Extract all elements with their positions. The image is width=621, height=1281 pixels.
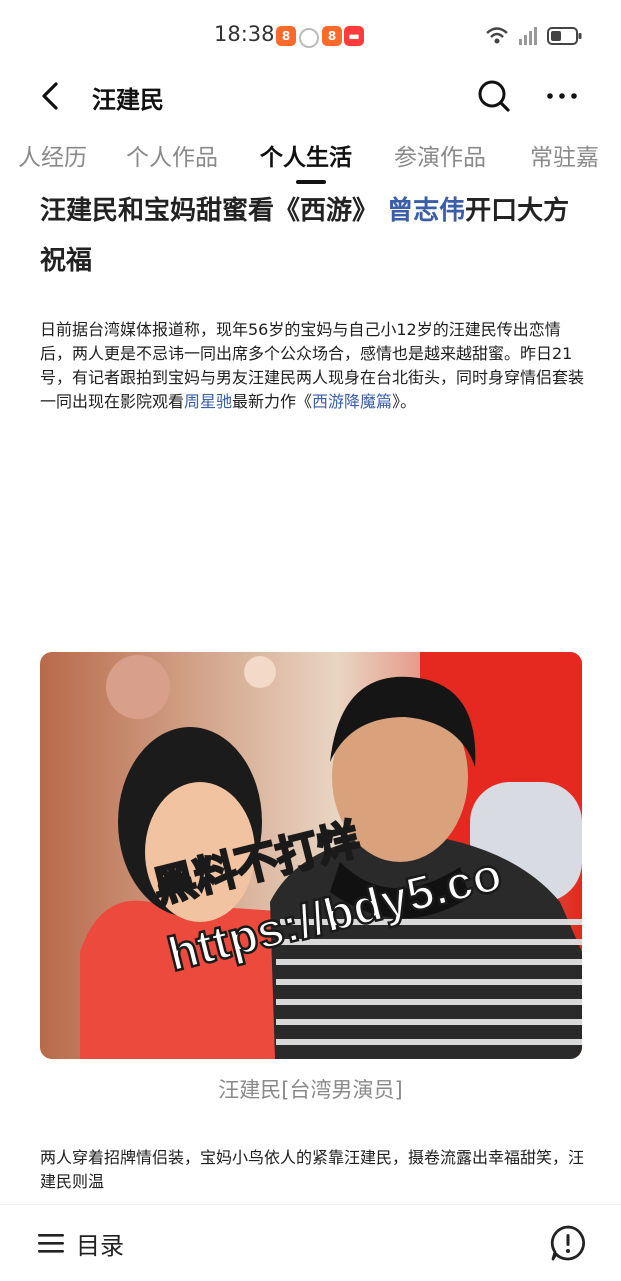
link-journey-west[interactable]: 西游降魔篇 [312, 392, 392, 411]
tab-filmography[interactable]: 参演作品 [394, 138, 486, 172]
table-of-contents-button[interactable]: 目录 [38, 1223, 124, 1263]
app-icon-3: 8 [322, 26, 342, 46]
app-icon-2 [299, 28, 319, 48]
tab-biography[interactable]: 人经历 [18, 138, 87, 172]
battery-icon [547, 27, 582, 45]
article-paragraph: 日前据台湾媒体报道称，现年56岁的宝妈与自己小12岁的汪建民传出恋情后，两人更是… [40, 300, 585, 428]
page-title: 汪建民 [92, 86, 164, 114]
active-tab-indicator [296, 180, 326, 184]
status-time: 18:38 [214, 22, 275, 46]
section-tabs: 人经历 个人作品 个人生活 参演作品 常驻嘉 [0, 132, 621, 182]
signal-icon [519, 27, 537, 45]
tab-personal-life[interactable]: 个人生活 [260, 138, 352, 172]
photo-caption: 汪建民[台湾男演员] [218, 1078, 403, 1102]
photo-illustration: 黑料不打烊 https://bdy5.co [40, 652, 582, 1059]
system-icons [485, 24, 583, 48]
exclamation-bubble-icon [550, 1225, 585, 1261]
feedback-button[interactable] [548, 1223, 588, 1263]
article-paragraph-2: 两人穿着招牌情侣装，宝妈小鸟依人的紧靠汪建民，摄卷流露出幸福甜笑，汪建民则温 [40, 1128, 585, 1200]
app-icon-4: ▬ [344, 26, 364, 46]
more-button[interactable] [540, 74, 584, 118]
tab-guest[interactable]: 常驻嘉 [530, 138, 599, 172]
paragraph-1: 日前据台湾媒体报道称，现年56岁的宝妈与自己小12岁的汪建民传出恋情后，两人更是… [40, 316, 585, 412]
tab-works[interactable]: 个人作品 [126, 138, 218, 172]
heading-link[interactable]: 曾志伟 [387, 196, 465, 226]
paragraph-text-2: 最新力作《 [232, 392, 313, 411]
wifi-icon [486, 27, 508, 44]
section-heading: 汪建民和宝妈甜蜜看《西游》 曾志伟开口大方祝福 [40, 186, 585, 286]
back-button[interactable] [32, 74, 72, 118]
status-bar: 18:38 8 8 ▬ [0, 0, 621, 72]
search-icon [478, 80, 510, 112]
heading-text: 汪建民和宝妈甜蜜看《西游》 [40, 196, 379, 226]
article-photo[interactable]: 黑料不打烊 https://bdy5.co [40, 652, 582, 1059]
paragraph-text-3: 》。 [392, 392, 417, 411]
app-icon-1: 8 [276, 26, 296, 46]
toc-label: 目录 [76, 1231, 124, 1260]
more-dots-icon [547, 93, 577, 99]
paragraph-2: 两人穿着招牌情侣装，宝妈小鸟依人的紧靠汪建民，摄卷流露出幸福甜笑，汪建民则温 [40, 1148, 585, 1191]
link-zhou-xingchi[interactable]: 周星驰 [184, 392, 232, 411]
back-arrow-icon [42, 82, 58, 110]
list-icon [38, 1234, 64, 1253]
bottom-bar: 目录 [0, 1204, 621, 1281]
top-navigation: 汪建民 [0, 64, 621, 128]
search-button[interactable] [472, 74, 516, 118]
article-section: 汪建民和宝妈甜蜜看《西游》 曾志伟开口大方祝福 [40, 186, 585, 286]
